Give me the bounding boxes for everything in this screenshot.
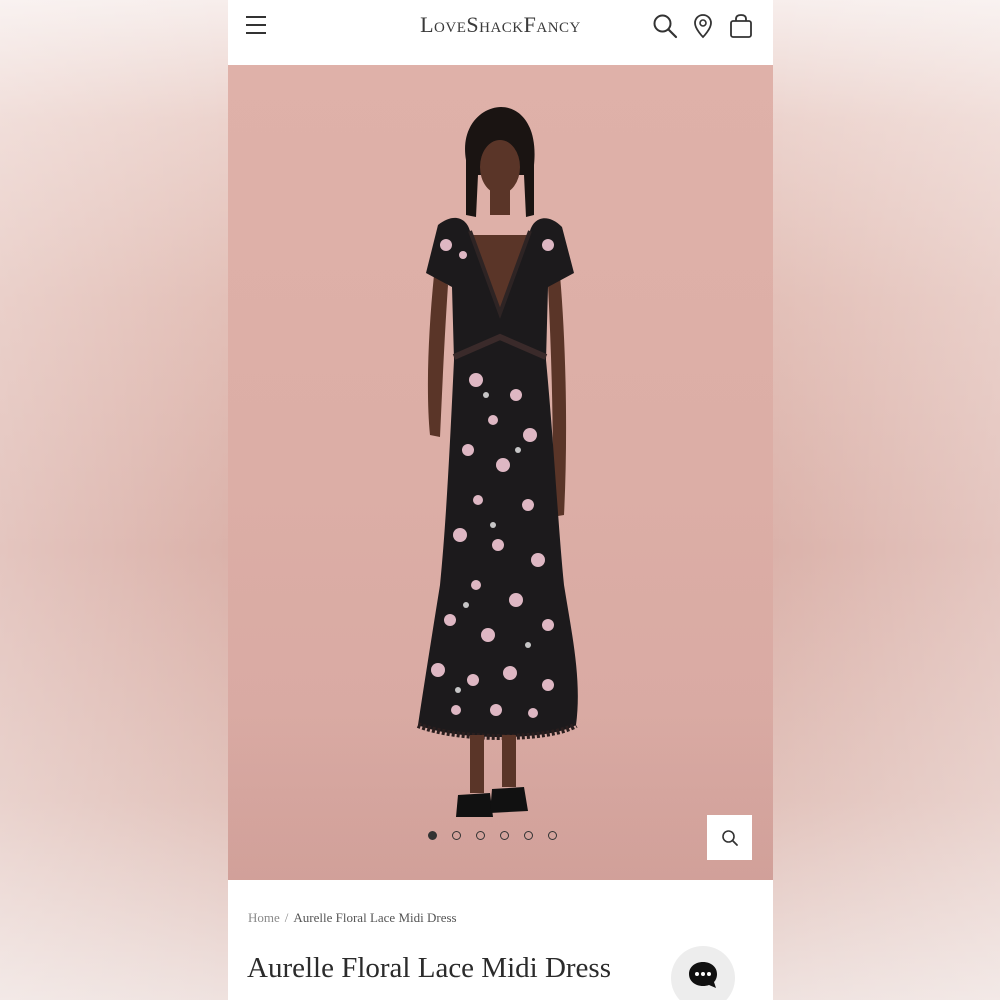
breadcrumb-current: Aurelle Floral Lace Midi Dress bbox=[293, 910, 457, 925]
product-info: Home / Aurelle Floral Lace Midi Dress Aure… bbox=[228, 880, 773, 1000]
search-icon[interactable] bbox=[651, 12, 679, 40]
gallery-dot[interactable] bbox=[452, 831, 461, 840]
gallery-dot[interactable] bbox=[524, 831, 533, 840]
gallery-dot[interactable] bbox=[500, 831, 509, 840]
header-icons bbox=[651, 12, 755, 40]
breadcrumb: Home / Aurelle Floral Lace Midi Dress bbox=[248, 910, 457, 926]
location-pin-icon[interactable] bbox=[689, 12, 717, 40]
background-left bbox=[0, 0, 228, 1000]
gallery-dot[interactable] bbox=[428, 831, 437, 840]
background-right bbox=[773, 0, 1000, 1000]
chat-bubble-icon bbox=[689, 962, 717, 988]
mobile-page: LoveShackFancy Home / Aurelle Floral Lac… bbox=[228, 0, 773, 1000]
zoom-button[interactable] bbox=[707, 815, 752, 860]
chat-button[interactable] bbox=[671, 946, 735, 1000]
gallery-dot[interactable] bbox=[548, 831, 557, 840]
product-title: Aurelle Floral Lace Midi Dress bbox=[247, 952, 612, 984]
model-in-floral-dress-image bbox=[416, 107, 578, 817]
magnifier-icon bbox=[721, 829, 738, 846]
gallery-pagination bbox=[428, 831, 557, 840]
shopping-bag-icon[interactable] bbox=[727, 12, 755, 40]
breadcrumb-separator: / bbox=[284, 910, 289, 925]
gallery-dot[interactable] bbox=[476, 831, 485, 840]
product-image-gallery[interactable] bbox=[228, 65, 773, 880]
breadcrumb-home-link[interactable]: Home bbox=[248, 910, 280, 925]
site-header: LoveShackFancy bbox=[228, 0, 773, 65]
